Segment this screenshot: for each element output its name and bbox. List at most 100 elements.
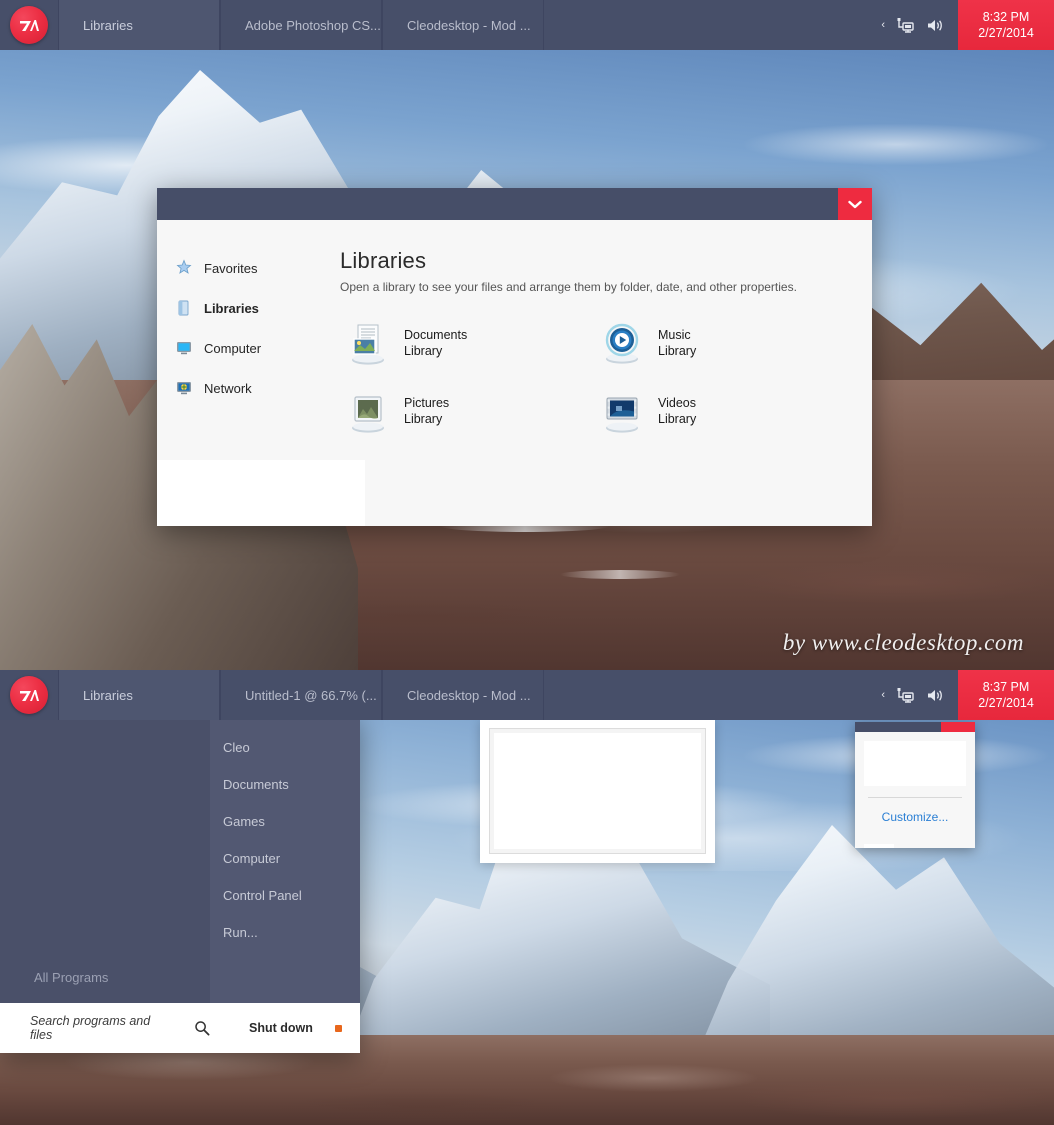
shutdown-options-icon[interactable] xyxy=(334,1024,342,1032)
start-menu-item-games[interactable]: Games xyxy=(210,803,360,840)
pictures-library-icon xyxy=(344,387,392,435)
taskbar-empty-area-top xyxy=(544,0,867,50)
customize-popup-close-area[interactable] xyxy=(941,722,975,732)
start-menu-left-panel: All Programs xyxy=(0,715,210,1003)
start-menu-item-label: Computer xyxy=(223,851,281,866)
library-item-sub: Library xyxy=(404,344,443,358)
taskbar-button-label: Untitled-1 @ 66.7% (... xyxy=(245,687,377,703)
taskbar-button-label: Libraries xyxy=(83,17,133,33)
videos-library-icon xyxy=(598,387,646,435)
library-item-documents[interactable]: Documents Library xyxy=(340,316,594,370)
volume-icon[interactable] xyxy=(926,18,944,33)
start-menu-footer: Search programs and files Shut down xyxy=(0,1003,360,1053)
page-subtitle: Open a library to see your files and arr… xyxy=(340,280,797,294)
customize-link[interactable]: Customize... xyxy=(864,810,966,824)
all-programs-button[interactable]: All Programs xyxy=(34,970,108,985)
search-input[interactable]: Search programs and files xyxy=(0,1014,210,1042)
taskbar-button-untitled-bottom[interactable]: Untitled-1 @ 66.7% (... xyxy=(220,670,382,720)
clock-date: 2/27/2014 xyxy=(978,26,1034,40)
library-item-sub: Library xyxy=(658,344,697,358)
taskbar-top: Libraries Adobe Photoshop CS... Cleodesk… xyxy=(0,0,1054,50)
customize-popup-titlebar-bar xyxy=(855,722,941,732)
blank-window-content xyxy=(489,728,706,854)
taskbar-clock-top[interactable]: 8:32 PM 2/27/2014 xyxy=(958,0,1054,50)
sidebar-item-libraries[interactable]: Libraries xyxy=(171,288,340,328)
taskbar-button-libraries-bottom[interactable]: Libraries xyxy=(58,670,220,720)
desktop-screen: by www.cleodesktop.com Libraries Adobe P… xyxy=(0,0,1054,1125)
start-menu-item-label: Control Panel xyxy=(223,888,302,903)
library-item-text: Documents Library xyxy=(404,327,467,359)
volume-icon[interactable] xyxy=(926,688,944,703)
chevron-left-icon[interactable]: ‹ xyxy=(881,19,885,31)
start-menu-item-computer[interactable]: Computer xyxy=(210,840,360,877)
taskbar-empty-area-bottom xyxy=(544,670,867,720)
sidebar-item-computer[interactable]: Computer xyxy=(171,328,340,368)
customize-popup-icon-area xyxy=(864,741,966,786)
libraries-details-pane xyxy=(157,460,365,526)
windows-start-icon xyxy=(10,676,48,714)
start-menu-item-label: Cleo xyxy=(223,740,250,755)
taskbar-button-label: Cleodesktop - Mod ... xyxy=(407,17,531,33)
sidebar-item-label: Computer xyxy=(204,340,262,356)
library-item-pictures[interactable]: Pictures Library xyxy=(340,384,594,438)
taskbar-button-photoshop-top[interactable]: Adobe Photoshop CS... xyxy=(220,0,382,50)
clock-date: 2/27/2014 xyxy=(978,696,1034,710)
shutdown-button[interactable]: Shut down xyxy=(249,1021,313,1035)
taskbar-button-cleodesktop-bottom[interactable]: Cleodesktop - Mod ... xyxy=(382,670,544,720)
clock-time: 8:37 PM xyxy=(982,680,1030,694)
customize-popup-titlebar xyxy=(855,722,975,732)
library-item-text: Pictures Library xyxy=(404,395,449,427)
taskbar-button-label: Cleodesktop - Mod ... xyxy=(407,687,531,703)
sidebar-item-label: Libraries xyxy=(204,300,259,316)
start-button-bottom[interactable] xyxy=(0,670,58,720)
taskbar-button-label: Libraries xyxy=(83,687,133,703)
customize-popup-content: Customize... xyxy=(855,732,975,824)
chevron-left-icon[interactable]: ‹ xyxy=(881,689,885,701)
start-menu-panels: All Programs Cleo Documents Games Comput… xyxy=(0,715,360,1003)
music-library-icon xyxy=(598,319,646,367)
documents-library-icon xyxy=(344,319,392,367)
libraries-window: Favorites Libraries Computer Network Lib… xyxy=(157,188,872,526)
chevron-down-icon[interactable] xyxy=(838,188,872,220)
libraries-icon xyxy=(175,299,193,317)
library-item-sub: Library xyxy=(658,412,697,426)
libraries-grid: Documents Library Music Library Pictures… xyxy=(340,316,848,438)
start-menu-item-documents[interactable]: Documents xyxy=(210,766,360,803)
start-menu-item-label: Games xyxy=(223,814,265,829)
clock-time: 8:32 PM xyxy=(982,10,1030,24)
snow-streak-2 xyxy=(560,570,680,579)
page-title: Libraries xyxy=(340,248,427,273)
sidebar-item-network[interactable]: Network xyxy=(171,368,340,408)
start-button-top[interactable] xyxy=(0,0,58,50)
sidebar-item-label: Network xyxy=(204,380,252,396)
computer-icon xyxy=(175,339,193,357)
taskbar-bottom: Libraries Untitled-1 @ 66.7% (... Cleode… xyxy=(0,670,1054,720)
search-icon[interactable] xyxy=(194,1020,210,1036)
library-item-sub: Library xyxy=(404,412,443,426)
start-menu-item-label: Documents xyxy=(223,777,289,792)
blank-window[interactable] xyxy=(480,719,715,863)
taskbar-button-cleodesktop-top[interactable]: Cleodesktop - Mod ... xyxy=(382,0,544,50)
libraries-window-titlebar[interactable] xyxy=(157,188,872,220)
library-item-name: Music xyxy=(658,328,691,342)
library-item-text: Music Library xyxy=(658,327,696,359)
system-tray-top: ‹ xyxy=(867,0,958,50)
library-item-videos[interactable]: Videos Library xyxy=(594,384,848,438)
start-menu-right-panel: Cleo Documents Games Computer Control Pa… xyxy=(210,715,360,1003)
libraries-main-pane: Libraries Open a library to see your fil… xyxy=(340,220,872,526)
taskbar-button-libraries-top[interactable]: Libraries xyxy=(58,0,220,50)
start-menu-item-run[interactable]: Run... xyxy=(210,914,360,951)
network-icon[interactable] xyxy=(897,687,914,703)
sidebar-item-label: Favorites xyxy=(204,260,258,276)
library-item-name: Videos xyxy=(658,396,696,410)
library-item-name: Documents xyxy=(404,328,468,342)
customize-popup: Customize... xyxy=(855,722,975,848)
sidebar-item-favorites[interactable]: Favorites xyxy=(171,248,340,288)
network-icon[interactable] xyxy=(897,17,914,33)
taskbar-clock-bottom[interactable]: 8:37 PM 2/27/2014 xyxy=(958,670,1054,720)
wallpaper-watermark: by www.cleodesktop.com xyxy=(782,630,1024,655)
start-menu-item-cleo[interactable]: Cleo xyxy=(210,729,360,766)
network-globe-icon xyxy=(175,379,193,397)
library-item-music[interactable]: Music Library xyxy=(594,316,848,370)
start-menu-item-control-panel[interactable]: Control Panel xyxy=(210,877,360,914)
